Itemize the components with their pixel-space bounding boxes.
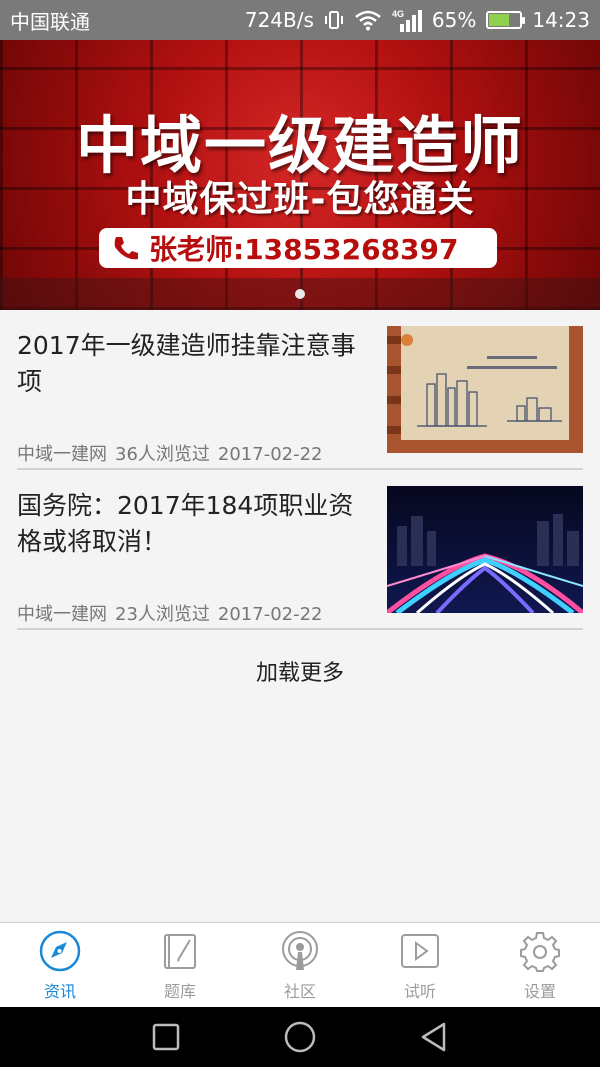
news-views: 36人浏览过 [115, 444, 210, 465]
notebook-icon [164, 934, 196, 969]
circle-icon [284, 1021, 316, 1053]
phone-icon [114, 237, 138, 260]
news-item[interactable]: 国务院：2017年184项职业资格或将取消！ 中域一建网 23人浏览过 2017-0… [17, 470, 583, 630]
wifi-icon [354, 9, 382, 31]
network-type-label: 4G [392, 9, 404, 19]
tab-news[interactable]: 资讯 [0, 923, 120, 1007]
carrier-name: 中国联通 [10, 9, 90, 34]
home-button[interactable] [233, 1021, 367, 1053]
square-icon [152, 1023, 180, 1051]
back-button[interactable] [367, 1021, 501, 1053]
tab-question-bank[interactable]: 题库 [120, 923, 240, 1007]
news-date: 2017-02-22 [217, 604, 323, 625]
news-list: 2017年一级建造师挂靠注意事项 中域一建网 36人浏览过 2017-02-22 [0, 310, 600, 630]
tab-audition[interactable]: 试听 [360, 923, 480, 1007]
banner-page-dot[interactable] [295, 289, 305, 299]
signal-icon: 4G [392, 8, 422, 32]
news-date: 2017-02-22 [217, 444, 323, 465]
city-sketch-image [387, 326, 583, 453]
battery-percent: 65% [431, 8, 477, 32]
promo-banner[interactable]: 中域一级建造师 中域保过班-包您通关 张老师:13853268397 [0, 40, 600, 310]
tab-label: 试听 [403, 982, 436, 1001]
news-source: 中域一建网 [17, 604, 107, 625]
system-navigation-bar [0, 1007, 600, 1067]
tab-label: 资讯 [43, 982, 76, 1001]
night-highway-image [387, 486, 583, 613]
news-item[interactable]: 2017年一级建造师挂靠注意事项 中域一建网 36人浏览过 2017-02-22 [17, 310, 583, 470]
gear-icon [520, 932, 560, 972]
news-views: 23人浏览过 [115, 604, 210, 625]
status-bar: 中国联通 724B/s 4G 65% 14:23 [0, 0, 600, 40]
news-meta: 中域一建网 36人浏览过 2017-02-22 [17, 442, 331, 468]
tab-label: 社区 [283, 982, 316, 1001]
vibrate-icon [324, 10, 344, 30]
bottom-tab-bar: 资讯 题库 社区 试听 设置 [0, 922, 600, 1007]
banner-phone-text: 张老师:13853268397 [149, 233, 459, 266]
tab-label: 设置 [523, 982, 556, 1001]
play-icon [401, 934, 439, 968]
banner-phone: 张老师:13853268397 [99, 228, 497, 268]
clock: 14:23 [532, 8, 590, 32]
triangle-back-icon [421, 1022, 446, 1052]
tab-settings[interactable]: 设置 [480, 923, 600, 1007]
tab-label: 题库 [163, 982, 196, 1001]
news-meta: 中域一建网 23人浏览过 2017-02-22 [17, 602, 331, 628]
tab-community[interactable]: 社区 [240, 923, 360, 1007]
load-more-button[interactable]: 加载更多 [0, 655, 600, 687]
recent-apps-button[interactable] [99, 1021, 233, 1053]
news-title: 2017年一级建造师挂靠注意事项 [17, 331, 356, 396]
compass-icon [39, 930, 81, 972]
network-speed: 724B/s [244, 8, 314, 32]
battery-icon [486, 11, 526, 29]
broadcast-icon [282, 931, 318, 970]
banner-subtitle: 中域保过班-包您通关 [125, 179, 475, 220]
news-title: 国务院：2017年184项职业资格或将取消！ [17, 491, 354, 556]
news-source: 中域一建网 [17, 444, 107, 465]
